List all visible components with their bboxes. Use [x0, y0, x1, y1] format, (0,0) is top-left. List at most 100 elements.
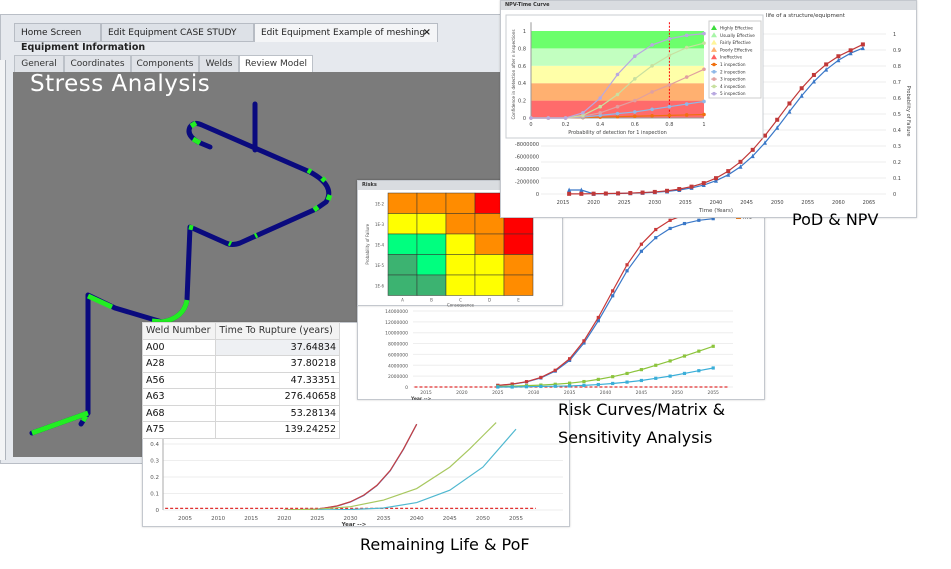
- table-row[interactable]: A68 53.28134: [141, 404, 340, 422]
- risk-cell: [445, 233, 476, 255]
- pod-series-line-point: [633, 98, 637, 103]
- pof-series-line-point: [714, 176, 718, 181]
- x-tick-label: 2040: [600, 390, 612, 396]
- x-tick-label: 2035: [377, 516, 391, 522]
- series-line-point: [625, 380, 629, 384]
- caption-remaining-life: Remaining Life & PoF: [360, 535, 530, 554]
- weld-number-cell: A68: [141, 404, 217, 422]
- pod-series-line-point: [684, 75, 689, 79]
- y-right-tick-label: 0.8: [893, 64, 901, 70]
- pof-series-line-point: [799, 86, 804, 91]
- legend-label: Fairly Effective: [720, 40, 751, 45]
- npv-pof-chart: 0 0.1 0.2 0.3 0.4 0.5 0.6 0.7 0.8 0.9 1 0 -2000000 -4…: [505, 14, 911, 214]
- x-tick-label: 2020: [456, 390, 468, 396]
- risk-cell: [416, 213, 447, 235]
- series-line-point: [639, 378, 643, 383]
- legend-label: 4 inspection: [720, 84, 746, 89]
- series-line-point: [682, 371, 687, 376]
- pof-series-line-point: [689, 184, 694, 189]
- weld-number-cell: A75: [141, 421, 217, 439]
- x-tick-label: 2030: [648, 200, 661, 206]
- pof-series-line-point: [726, 169, 731, 174]
- effectiveness-band: [531, 31, 704, 49]
- risk-cell: [474, 274, 505, 296]
- time-to-rupture-cell: 37.64834: [215, 338, 340, 356]
- pod-series-line-point: [615, 92, 620, 97]
- legend-label: 5 inspection: [720, 91, 746, 96]
- legend-label: 3 inspection: [720, 77, 746, 82]
- weld-number-cell: A56: [141, 371, 217, 389]
- risk-cell: [445, 254, 476, 276]
- time-to-rupture-cell: 276.40658: [215, 388, 340, 406]
- risk-cell: [416, 192, 447, 214]
- x-tick-label: 2040: [410, 516, 424, 522]
- series-line-point: [697, 349, 701, 353]
- series-line-point: [711, 366, 715, 370]
- y-tick-label: 10000000: [385, 331, 408, 337]
- pod-series-line-point: [667, 37, 672, 41]
- series-line-point: [539, 384, 543, 389]
- weld-rupture-table: Weld Number Time To Rupture (years) A00 3…: [141, 322, 340, 439]
- series-line-point: [682, 354, 687, 358]
- table-row[interactable]: A75 139.24252: [141, 421, 340, 439]
- series-line-point: [539, 375, 543, 380]
- caption-risk-curves: Risk Curves/Matrix &: [558, 400, 726, 419]
- legend-label: Ineffective: [720, 55, 743, 60]
- pod-series-line-point: [702, 67, 706, 72]
- column-header-weld-number[interactable]: Weld Number: [141, 322, 217, 340]
- series-line-point: [496, 385, 500, 389]
- series-line-point: [625, 263, 629, 267]
- weld-marker: [325, 194, 333, 201]
- legend-label: Poorly Effective: [720, 47, 753, 52]
- x-tick-label: 2040: [710, 200, 723, 206]
- table-row[interactable]: A28 37.80218: [141, 355, 340, 373]
- weld-marker: [191, 136, 202, 146]
- risk-cell: [503, 233, 534, 255]
- risk-cell: [387, 254, 418, 276]
- pod-series-line-point: [598, 96, 602, 100]
- y-right-tick-label: 0.6: [893, 96, 901, 102]
- pod-series-line-point: [598, 104, 602, 109]
- pof-series-line-point: [762, 133, 767, 138]
- x-tick-label: 2050: [476, 516, 490, 522]
- y-tick-label: 14000000: [385, 309, 408, 315]
- x-axis-label: Year -->: [341, 522, 367, 528]
- pof-series-line-point: [848, 48, 853, 53]
- risk-cell: [416, 233, 447, 255]
- pof-series-line-point: [787, 101, 792, 106]
- x-tick-label: 2025: [618, 200, 631, 206]
- table-row[interactable]: A00 37.64834: [141, 338, 340, 356]
- risk-cell: [416, 274, 447, 296]
- x-tick-label: 2020: [587, 200, 600, 206]
- x-tick-label: 2035: [679, 200, 692, 206]
- column-header-time-to-rupture[interactable]: Time To Rupture (years): [215, 322, 340, 340]
- pof-series-line-point: [750, 147, 755, 152]
- risk-cell: [474, 233, 505, 255]
- x-tick-label: 2020: [277, 516, 291, 522]
- weld-marker: [86, 293, 114, 310]
- x-axis-label: Year -->: [410, 396, 431, 401]
- series-line-point: [596, 315, 600, 320]
- y-tick-label: 0.4: [150, 442, 159, 448]
- series-line-point: [654, 363, 658, 367]
- effectiveness-band: [531, 83, 704, 101]
- series-line-point: [611, 381, 615, 386]
- x-tick-label: 2055: [801, 200, 814, 206]
- series-line-point: [668, 226, 672, 231]
- pof-series-line-point: [701, 181, 706, 186]
- x-tick-label: 2050: [771, 200, 784, 206]
- x-axis-label: Probability of detection for 1 inspectio…: [568, 130, 667, 136]
- x-tick-label: 2005: [178, 516, 192, 522]
- y-right-tick-label: 1: [893, 32, 896, 38]
- table-row[interactable]: A63 276.40658: [141, 388, 340, 406]
- series-line-point: [553, 368, 557, 372]
- caption-stress-analysis: Stress Analysis: [30, 71, 211, 97]
- y-right-tick-label: 0.3: [893, 144, 901, 150]
- pof-series-line-point: [677, 187, 682, 192]
- pod-series-line-point: [684, 45, 689, 50]
- weld-marker: [188, 224, 194, 231]
- risk-cell: [503, 274, 534, 296]
- x-tick-label: 2045: [443, 516, 457, 522]
- table-row[interactable]: A56 47.33351: [141, 371, 340, 389]
- pod-series-line-point: [563, 116, 568, 120]
